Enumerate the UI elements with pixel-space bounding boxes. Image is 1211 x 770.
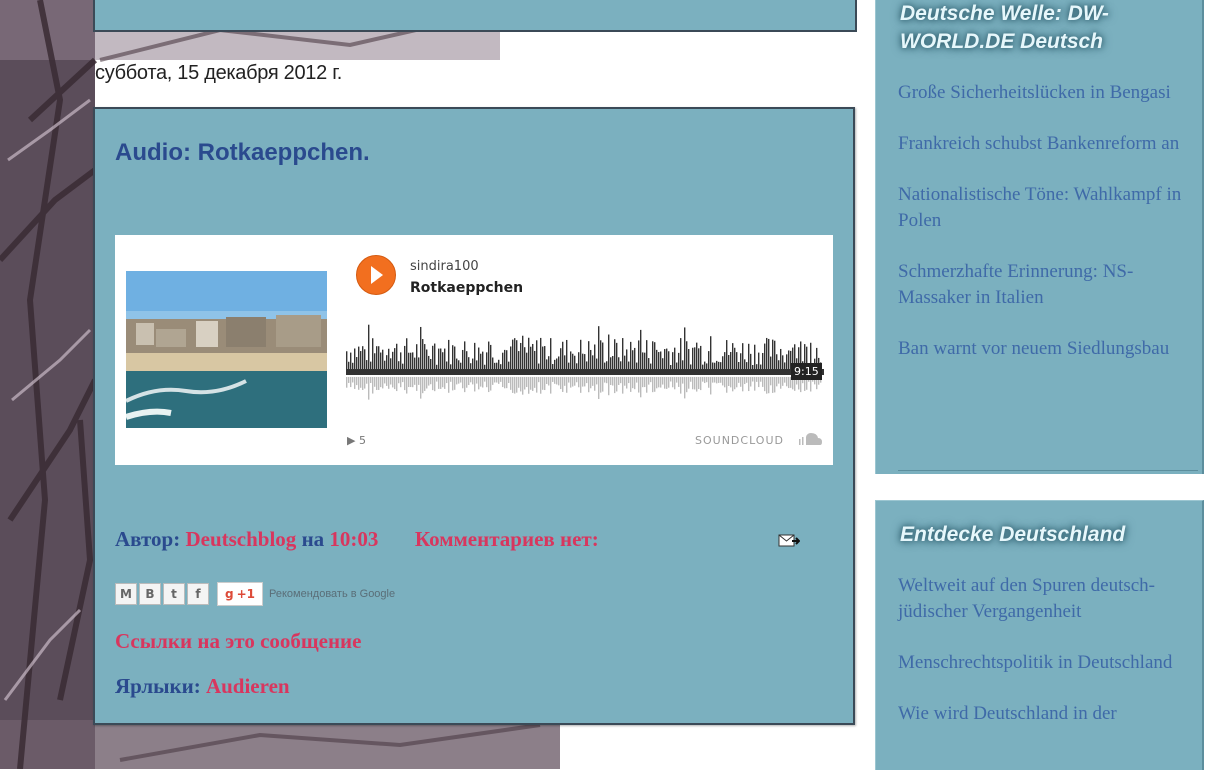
feed-list: Große Sicherheitslücken in Bengasi Frank… <box>898 80 1198 387</box>
soundcloud-cloud-icon[interactable] <box>798 432 822 446</box>
feed-item[interactable]: Große Sicherheitslücken in Bengasi <box>898 80 1198 106</box>
google-plus-one-label: +1 <box>236 587 255 601</box>
waveform[interactable] <box>346 317 824 407</box>
share-email-button[interactable]: M <box>115 583 137 605</box>
track-duration: 9:15 <box>791 363 822 380</box>
feed-item[interactable]: Frankreich schubst Bankenreform an <box>898 131 1198 157</box>
feed-item[interactable]: Nationalistische Töne: Wahlkampf in Pole… <box>898 182 1198 234</box>
track-artwork-image <box>126 271 327 428</box>
widget-title: Deutsche Welle: DW-WORLD.DE Deutsch <box>900 2 1109 53</box>
post-time-link[interactable]: 10:03 <box>329 527 378 551</box>
play-count-icon: ▶ <box>347 434 356 447</box>
widget-divider <box>898 470 1198 471</box>
play-count-value: 5 <box>358 434 366 447</box>
post-meta: Автор: Deutschblog на 10:03 Комментариев… <box>115 527 599 552</box>
sidebar-widget-dw-feed: Deutsche Welle: DW-WORLD.DE Deutsch Groß… <box>875 0 1204 474</box>
track-title[interactable]: Rotkaeppchen <box>410 280 523 296</box>
email-post-icon[interactable] <box>778 533 800 549</box>
play-button[interactable] <box>356 255 396 295</box>
soundcloud-player: sindira100 Rotkaeppchen 9:15 ▶ 5 SOUNDCL… <box>115 235 833 465</box>
recommend-google-text: Рекомендовать в Google <box>269 588 396 600</box>
label-link[interactable]: Audieren <box>206 674 290 698</box>
comments-link[interactable]: Комментариев нет: <box>415 527 599 551</box>
sidebar-widget-entdecke: Entdecke Deutschland Weltweit auf den Sp… <box>875 500 1204 770</box>
post-labels: Ярлыки: Audieren <box>115 674 290 699</box>
date-header: суббота, 15 декабря 2012 г. <box>95 62 342 84</box>
feed-item[interactable]: Wie wird Deutschland in der <box>898 701 1198 727</box>
share-facebook-button[interactable]: f <box>187 583 209 605</box>
feed-list: Weltweit auf den Spuren deutsch-jüdische… <box>898 573 1198 752</box>
feed-item[interactable]: Schmerzhafte Erinnerung: NS-Massaker in … <box>898 259 1198 311</box>
author-label: Автор: <box>115 527 181 551</box>
links-to-post-link[interactable]: Ссылки на это сообщение <box>115 629 361 654</box>
feed-item[interactable]: Weltweit auf den Spuren deutsch-jüdische… <box>898 573 1198 625</box>
share-blogger-button[interactable]: B <box>139 583 161 605</box>
feed-item[interactable]: Menschrechtspolitik in Deutschland <box>898 650 1198 676</box>
google-plus-one-button[interactable]: g +1 <box>217 582 263 606</box>
track-user[interactable]: sindira100 <box>410 259 479 274</box>
soundcloud-logo-text[interactable]: SOUNDCLOUD <box>695 434 784 447</box>
author-link[interactable]: Deutschblog <box>185 527 296 551</box>
widget-title: Entdecke Deutschland <box>900 523 1126 546</box>
blog-post: Audio: Rotkaeppchen. sindira100 Rotkaepp… <box>93 107 855 725</box>
share-twitter-button[interactable]: t <box>163 583 185 605</box>
labels-label: Ярлыки: <box>115 674 201 698</box>
share-buttons: M B t f g +1 Рекомендовать в Google <box>115 582 395 606</box>
play-count: ▶ 5 <box>347 434 366 447</box>
post-title[interactable]: Audio: Rotkaeppchen. <box>115 139 370 167</box>
feed-item[interactable]: Ban warnt vor neuem Siedlungsbau <box>898 336 1198 362</box>
google-plus-icon: g <box>225 587 234 601</box>
previous-post-card <box>93 0 857 32</box>
at-label: на <box>301 527 325 551</box>
